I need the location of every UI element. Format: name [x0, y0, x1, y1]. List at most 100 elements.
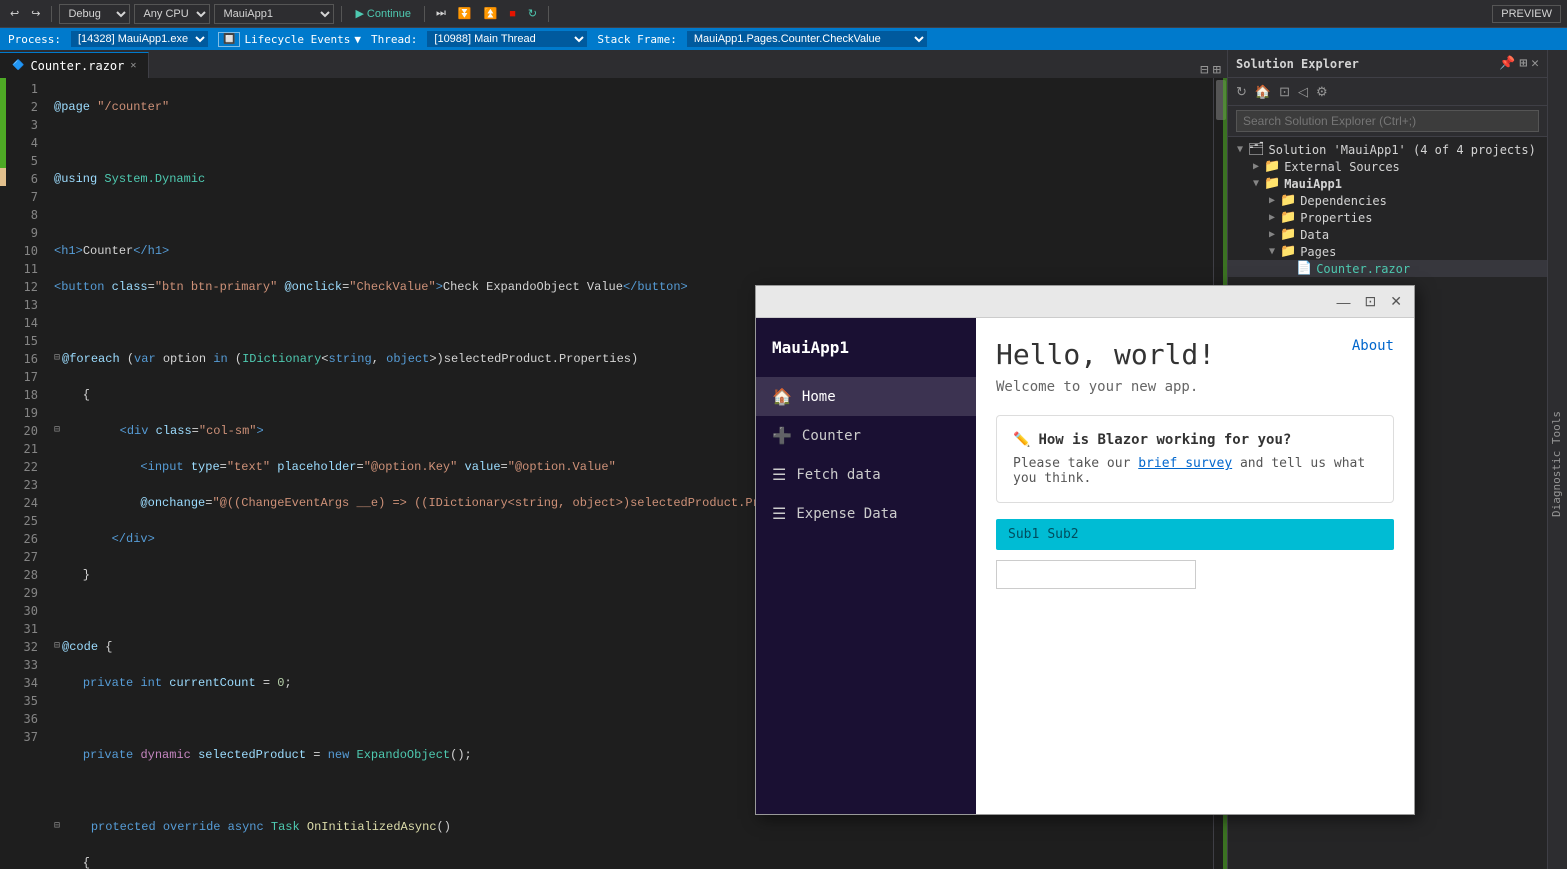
line-num-28: 28 [6, 566, 38, 584]
preview-button[interactable]: PREVIEW [1492, 5, 1561, 23]
se-home-button[interactable]: 🏠 [1253, 82, 1273, 102]
preview-nav-expense[interactable]: ☰ Expense Data [756, 494, 976, 533]
tree-item-mauiapp1[interactable]: ▼ 📁 MauiApp1 [1228, 175, 1547, 192]
line-num-19: 19 [6, 404, 38, 422]
counter-razor-tab[interactable]: 🔷 Counter.razor ✕ [0, 52, 149, 78]
tree-item-data[interactable]: ▶ 📁 Data [1228, 226, 1547, 243]
line-num-10: 10 [6, 242, 38, 260]
se-pin-icon[interactable]: 📌 [1499, 56, 1515, 71]
line-num-24: 24 [6, 494, 38, 512]
fold-icon-21[interactable]: ⊟ [54, 818, 60, 836]
se-search-input[interactable] [1236, 110, 1539, 132]
lifecycle-label: 🔲 Lifecycle Events ▼ [218, 32, 361, 47]
solution-icon: 🗂 [1248, 142, 1265, 157]
tree-item-external[interactable]: ▶ 📁 External Sources [1228, 158, 1547, 175]
sub1-link[interactable]: Sub1 [1008, 527, 1039, 542]
project-dropdown[interactable]: MauiApp1 [214, 4, 334, 24]
data-label: Data [1300, 228, 1329, 242]
se-controls: 📌 ⊞ ✕ [1499, 56, 1539, 71]
sub2-link[interactable]: Sub2 [1047, 527, 1078, 542]
fold-icon-8[interactable]: ⊟ [54, 350, 60, 368]
tree-item-properties[interactable]: ▶ 📁 Properties [1228, 209, 1547, 226]
tree-arrow-data[interactable]: ▶ [1264, 229, 1280, 240]
line-numbers: 1 2 3 4 5 6 7 8 9 10 11 12 13 14 15 16 1… [6, 78, 46, 869]
preview-minimize-button[interactable]: — [1333, 291, 1355, 312]
preview-close-button[interactable]: ✕ [1386, 291, 1406, 312]
code-line-2 [54, 134, 1213, 152]
se-close-icon[interactable]: ✕ [1531, 56, 1539, 71]
line-num-13: 13 [6, 296, 38, 314]
lifecycle-dropdown-icon[interactable]: ▼ [354, 33, 361, 46]
blazor-survey-card: ✏️ How is Blazor working for you? Please… [996, 415, 1394, 503]
line-num-21: 21 [6, 440, 38, 458]
tree-arrow-solution[interactable]: ▼ [1232, 144, 1248, 155]
data-icon: 📁 [1280, 227, 1296, 242]
tree-item-counter-razor[interactable]: 📄 Counter.razor [1228, 260, 1547, 277]
properties-label: Properties [1300, 211, 1372, 225]
line-num-16: 16 [6, 350, 38, 368]
pages-label: Pages [1300, 245, 1336, 259]
diagnostic-tools-label[interactable]: Diagnostic Tools [1546, 407, 1567, 521]
preview-window: — ⊡ ✕ MauiApp1 🏠 Home ➕ Counter ☰ Fetch … [755, 285, 1415, 815]
line-num-37: 37 [6, 728, 38, 746]
process-select[interactable]: [14328] MauiApp1.exe [71, 31, 208, 47]
about-link[interactable]: About [1352, 338, 1394, 354]
fold-icon-16[interactable]: ⊟ [54, 638, 60, 656]
line-num-7: 7 [6, 188, 38, 206]
collapse-icon[interactable]: ⊟ [1200, 62, 1208, 78]
se-settings-button[interactable]: ⚙ [1314, 82, 1330, 102]
tree-item-pages[interactable]: ▼ 📁 Pages [1228, 243, 1547, 260]
preview-nav-home[interactable]: 🏠 Home [756, 377, 976, 416]
process-bar: Process: [14328] MauiApp1.exe 🔲 Lifecycl… [0, 28, 1567, 50]
preview-app-title: MauiApp1 [756, 330, 976, 377]
tree-arrow-external[interactable]: ▶ [1248, 161, 1264, 172]
se-sync-button[interactable]: ↻ [1234, 82, 1249, 102]
home-nav-icon: 🏠 [772, 387, 792, 406]
line-num-30: 30 [6, 602, 38, 620]
line-num-1: 1 [6, 80, 38, 98]
tree-arrow-pages[interactable]: ▼ [1264, 246, 1280, 257]
tab-close-icon[interactable]: ✕ [130, 60, 136, 71]
brief-survey-link[interactable]: brief survey [1138, 456, 1232, 471]
preview-nav-counter[interactable]: ➕ Counter [756, 416, 976, 455]
redo-button[interactable]: ↪ [27, 5, 44, 22]
se-filter-button[interactable]: ⊡ [1277, 82, 1292, 102]
debug-dropdown[interactable]: Debug Release [59, 4, 130, 24]
preview-nav-fetchdata[interactable]: ☰ Fetch data [756, 455, 976, 494]
line-num-32: 32 [6, 638, 38, 656]
survey-input[interactable] [996, 560, 1196, 589]
mauiapp1-icon: 📁 [1264, 176, 1280, 191]
tree-arrow-props[interactable]: ▶ [1264, 212, 1280, 223]
fold-icon-10[interactable]: ⊟ [54, 422, 60, 440]
step-into-button[interactable]: ⏬ [454, 5, 476, 22]
preview-body: MauiApp1 🏠 Home ➕ Counter ☰ Fetch data ☰… [756, 318, 1414, 814]
tree-item-dependencies[interactable]: ▶ 📁 Dependencies [1228, 192, 1547, 209]
line-num-17: 17 [6, 368, 38, 386]
tab-bar: 🔷 Counter.razor ✕ ⊟ ⊞ [0, 50, 1227, 78]
se-preview-button[interactable]: ◁ [1296, 82, 1310, 102]
tree-item-solution[interactable]: ▼ 🗂 Solution 'MauiApp1' (4 of 4 projects… [1228, 141, 1547, 158]
preview-window-controls: — ⊡ ✕ [1333, 291, 1406, 312]
restart-button[interactable]: ↻ [524, 5, 541, 22]
undo-button[interactable]: ↩ [6, 5, 23, 22]
preview-restore-button[interactable]: ⊡ [1361, 291, 1381, 312]
step-over-button[interactable]: ⏭ [432, 5, 450, 22]
tree-arrow-deps[interactable]: ▶ [1264, 195, 1280, 206]
stop-button[interactable]: ■ [505, 6, 520, 22]
cpu-dropdown[interactable]: Any CPU x64 x86 [134, 4, 210, 24]
line-num-20: 20 [6, 422, 38, 440]
step-out-button[interactable]: ⏫ [480, 5, 502, 22]
se-toolbar: ↻ 🏠 ⊡ ◁ ⚙ [1228, 78, 1547, 106]
code-line-5: <h1>Counter</h1> [54, 242, 1213, 260]
stack-select[interactable]: MauiApp1.Pages.Counter.CheckValue [687, 31, 927, 47]
expand-icon[interactable]: ⊞ [1213, 62, 1221, 78]
line-num-14: 14 [6, 314, 38, 332]
thread-select[interactable]: [10988] Main Thread [427, 31, 587, 47]
thread-label: Thread: [371, 33, 417, 46]
line-num-26: 26 [6, 530, 38, 548]
counter-nav-label: Counter [802, 428, 861, 444]
tree-arrow-mauiapp1[interactable]: ▼ [1248, 178, 1264, 189]
se-maximize-icon[interactable]: ⊞ [1519, 56, 1527, 71]
continue-button[interactable]: ▶ Continue [349, 5, 417, 22]
preview-content: About Hello, world! Welcome to your new … [976, 318, 1414, 814]
